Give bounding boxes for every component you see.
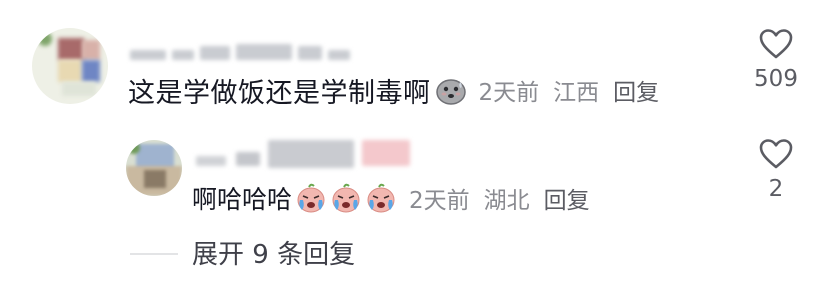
heart-icon[interactable] xyxy=(759,28,793,60)
comment-like-group: 509 xyxy=(746,28,806,92)
reply-reply-button[interactable]: 回复 xyxy=(544,181,590,215)
reply-timestamp: 2天前 xyxy=(409,188,470,214)
replier-avatar[interactable] xyxy=(126,140,182,196)
expand-replies-button[interactable]: 展开 9 条回复 xyxy=(192,234,355,271)
replier-username-blurred[interactable] xyxy=(196,140,416,170)
commenter-avatar[interactable] xyxy=(32,28,108,104)
comment-reply-button[interactable]: 回复 xyxy=(613,73,659,107)
crying-laughing-emoji xyxy=(295,182,327,214)
comment-row: 这是学做饭还是学制毒啊 2天前 江西 回复 xyxy=(128,70,659,110)
expand-divider xyxy=(130,253,178,255)
comment-timestamp: 2天前 xyxy=(478,80,540,106)
reply-body: 啊哈哈哈 xyxy=(192,185,293,214)
reply-location: 湖北 xyxy=(483,188,530,214)
reply-row: 啊哈哈哈 2天前 湖北 回复 xyxy=(192,178,590,218)
heart-icon[interactable] xyxy=(759,138,793,170)
reply-like-group: 2 xyxy=(746,138,806,202)
commenter-username-blurred[interactable] xyxy=(130,34,350,60)
comment-body: 这是学做饭还是学制毒啊 xyxy=(128,77,431,109)
comment-location: 江西 xyxy=(553,80,600,106)
crying-laughing-emoji xyxy=(330,182,362,214)
gray-blob-sweat-emoji xyxy=(435,74,467,106)
crying-laughing-emoji xyxy=(365,182,397,214)
comment-like-count: 509 xyxy=(754,66,798,92)
reply-like-count: 2 xyxy=(768,176,784,202)
